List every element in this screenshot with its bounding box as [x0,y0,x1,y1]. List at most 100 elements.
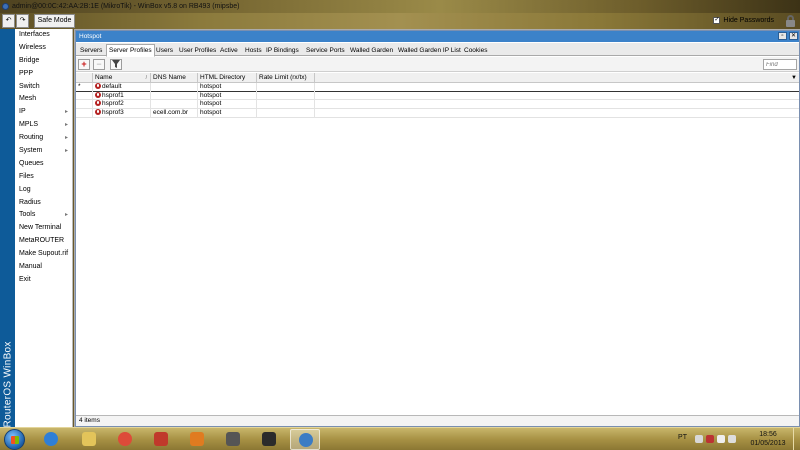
cell-name-text: hsprof1 [102,91,124,99]
menu-item-label: New Terminal [19,224,62,232]
add-icon[interactable]: + [78,59,90,70]
winbox-icon [299,433,313,447]
taskbar-chrome-button[interactable] [110,429,140,450]
menu-item-bridge[interactable]: Bridge [15,55,72,68]
hotspot-window-title: Hotspot [79,33,102,40]
cell-rate-limit [257,83,315,92]
column-header-name[interactable]: Name / [93,73,151,83]
hide-passwords-checkbox[interactable]: ✓ [713,16,721,24]
status-bar: 4 items [76,415,799,426]
table-row[interactable]: hsprof3 ecell.com.br hotspot [76,109,799,118]
table-row[interactable]: * default hotspot [76,83,799,92]
tab-active[interactable]: Active [217,44,241,56]
column-header-rate-limit[interactable]: Rate Limit (rx/tx) [257,73,315,83]
chrome-icon [118,432,132,446]
brand-strip: RouterOS WinBox [0,29,15,428]
menu-item-routing[interactable]: Routing ▸ [15,132,72,145]
language-indicator[interactable]: PT [678,434,687,441]
taskbar-winbox-button[interactable] [290,429,320,450]
tab-server-profiles[interactable]: Server Profiles [106,44,155,57]
network-icon[interactable] [717,435,725,443]
taskbar-app-figure-button[interactable] [218,429,248,450]
action-bar: + − [76,57,799,72]
tab-service-ports[interactable]: Service Ports [303,44,348,56]
cell-html-directory: hotspot [198,109,257,118]
safe-mode-button[interactable]: Safe Mode [34,14,75,28]
undo-button[interactable]: ↶ [2,14,15,28]
menu-item-manual[interactable]: Manual [15,261,72,274]
table-row[interactable]: hsprof2 hotspot [76,100,799,110]
tab-user-profiles[interactable]: User Profiles [176,44,219,56]
tab-walled-garden[interactable]: Walled Garden [347,44,396,56]
profile-icon [95,109,101,116]
menu-item-files[interactable]: Files [15,171,72,184]
menu-item-exit[interactable]: Exit [15,274,72,287]
menu-item-tools[interactable]: Tools ▸ [15,209,72,222]
window-titlebar: admin@00:0C:42:AA:2B:1E (MikroTik) - Win… [0,0,800,13]
cell-dns-name [151,83,198,92]
menu-item-mesh[interactable]: Mesh [15,93,72,106]
clock[interactable]: 18:56 01/05/2013 [748,430,788,448]
menu-item-queues[interactable]: Queues [15,158,72,171]
show-desktop-button[interactable] [793,428,800,450]
column-header-flag[interactable] [76,73,93,83]
menu-item-label: MetaROUTER [19,237,65,245]
menu-item-new-terminal[interactable]: New Terminal [15,222,72,235]
taskbar-app-red-button[interactable] [146,429,176,450]
clock-time: 18:56 [759,431,777,438]
redo-button[interactable]: ↷ [16,14,29,28]
menu-item-radius[interactable]: Radius [15,197,72,210]
menu-item-switch[interactable]: Switch [15,81,72,94]
hotspot-window-titlebar[interactable]: Hotspot ▫ ✕ [76,31,799,42]
tab-ip-bindings[interactable]: IP Bindings [263,44,302,56]
column-header-dns-name[interactable]: DNS Name [151,73,198,83]
menu-item-label: Mesh [19,95,37,103]
taskbar-internet-explorer-button[interactable] [36,429,66,450]
maximize-icon[interactable]: ▫ [778,32,787,40]
cell-name-text: default [102,83,122,90]
volume-icon[interactable] [728,435,736,443]
tab-users[interactable]: Users [153,44,176,56]
menu-item-wireless[interactable]: Wireless [15,42,72,55]
cell-dns-name [151,100,198,110]
column-header-html-directory[interactable]: HTML Directory [198,73,257,83]
taskbar: PT 18:56 01/05/2013 [0,427,800,450]
menu-item-system[interactable]: System ▸ [15,145,72,158]
hide-passwords-toggle[interactable]: ✓ Hide Passwords [713,15,774,27]
profile-icon [95,100,101,107]
cell-name: hsprof1 [93,91,151,101]
taskbar-media-player-button[interactable] [182,429,212,450]
column-menu-icon[interactable]: ▼ [791,73,797,83]
server-profiles-table: Name / DNS Name HTML Directory Rate Limit… [76,73,799,118]
tray-flag-icon[interactable] [706,435,714,443]
menu-item-ppp[interactable]: PPP [15,68,72,81]
app-red-icon [154,432,168,446]
menu-item-make-supout-rif[interactable]: Make Supout.rif [15,248,72,261]
menu-item-ip[interactable]: IP ▸ [15,106,72,119]
tab-walled-garden-ip-list[interactable]: Walled Garden IP List [395,44,464,56]
brand-text: RouterOS WinBox [2,341,14,428]
cell-name: hsprof3 [93,109,151,118]
start-button[interactable] [4,429,25,450]
menu-item-metarouter[interactable]: MetaROUTER [15,235,72,248]
taskbar-file-explorer-button[interactable] [74,429,104,450]
taskbar-app-dark-button[interactable] [254,429,284,450]
remove-icon[interactable]: − [93,59,105,70]
find-input[interactable] [763,59,797,70]
tab-cookies[interactable]: Cookies [461,44,490,56]
menu-item-mpls[interactable]: MPLS ▸ [15,119,72,132]
cell-name: default [93,83,151,92]
submenu-arrow-icon: ▸ [64,135,68,142]
table-row[interactable]: hsprof1 hotspot [76,91,799,101]
menu-item-log[interactable]: Log [15,184,72,197]
menu-item-label: Queues [19,159,44,167]
close-icon[interactable]: ✕ [789,32,798,40]
filter-icon[interactable] [110,59,122,70]
tray-arrow-icon[interactable] [695,435,703,443]
tab-hosts[interactable]: Hosts [242,44,265,56]
menu-item-interfaces[interactable]: Interfaces [15,29,72,42]
sort-indicator: / [145,75,147,81]
menu-item-label: Switch [19,82,40,90]
tab-servers[interactable]: Servers [77,44,105,56]
menu-item-label: MPLS [19,121,39,129]
